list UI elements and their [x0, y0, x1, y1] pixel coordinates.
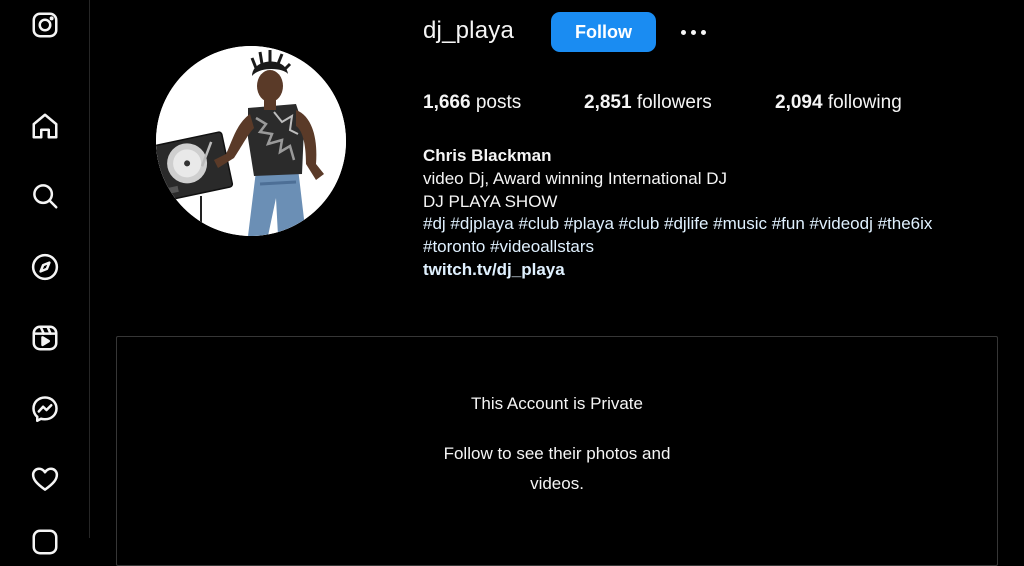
search-icon[interactable] — [28, 179, 62, 213]
instagram-logo-icon[interactable] — [28, 8, 62, 42]
followers-count: 2,851 — [584, 92, 632, 113]
follow-button[interactable]: Follow — [551, 12, 656, 52]
bio-line-1: video Dj, Award winning International DJ — [423, 168, 727, 188]
posts-count: 1,666 — [423, 92, 471, 113]
private-account-subtitle: Follow to see their photos and videos. — [443, 444, 671, 493]
private-account-panel: This Account is Private Follow to see th… — [116, 336, 998, 566]
profile-full-name: Chris Blackman — [423, 146, 552, 165]
profile-avatar[interactable] — [156, 46, 346, 236]
posts-label: posts — [475, 92, 522, 113]
create-icon[interactable] — [28, 525, 62, 559]
following-count: 2,094 — [775, 92, 823, 113]
explore-icon[interactable] — [28, 250, 62, 284]
notifications-heart-icon[interactable] — [28, 462, 62, 496]
bio-line-2: DJ PLAYA SHOW — [423, 191, 558, 211]
following-stat[interactable]: 2,094 following — [775, 92, 902, 114]
followers-stat[interactable]: 2,851 followers — [584, 92, 712, 114]
private-account-title: This Account is Private — [471, 394, 643, 413]
more-options-icon[interactable] — [676, 18, 710, 46]
bio-link[interactable]: twitch.tv/dj_playa — [423, 259, 932, 282]
reels-icon[interactable] — [28, 321, 62, 355]
messenger-icon[interactable] — [28, 392, 62, 426]
profile-username: dj_playa — [423, 17, 515, 44]
posts-stat: 1,666 posts — [423, 92, 521, 114]
bio-hashtags-2[interactable]: #toronto #videoallstars — [423, 236, 932, 259]
bio-hashtags-1[interactable]: #dj #djplaya #club #playa #club #djlife … — [423, 213, 932, 236]
sidebar — [0, 0, 90, 555]
home-icon[interactable] — [28, 109, 62, 143]
dj-photo — [156, 46, 346, 236]
profile-bio: Chris Blackman video Dj, Award winning I… — [423, 145, 932, 282]
followers-label: followers — [636, 92, 712, 113]
following-label: following — [827, 92, 902, 113]
